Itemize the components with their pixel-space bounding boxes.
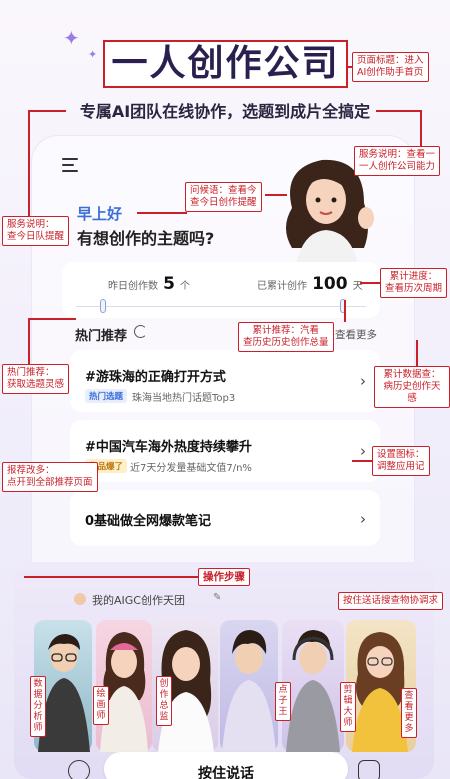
yesterday-label: 昨日创作数 (108, 281, 158, 292)
role-tag-see-more[interactable]: 查看更多 (401, 688, 417, 738)
annotation-accum-recommend: 累计推荐：汽看 查历史历史创作总量 (238, 322, 334, 352)
press-to-talk-button[interactable]: 按住说话 (104, 752, 348, 779)
page-title: 一人创作公司 (103, 40, 348, 88)
annotation-report: 报荐改多： 点开到全部推荐页面 (2, 462, 98, 492)
topic-sub: 近7天分发量基础文值7/n% (130, 463, 252, 474)
topic-title: #游珠海的正确打开方式 (85, 370, 226, 385)
team-member[interactable] (220, 620, 278, 752)
topic-card[interactable]: #中国汽车海外热度持续攀升 作品爆了 近7天分发量基础文值7/n% › (70, 420, 380, 482)
role-tag-idea-king: 点子王 (275, 682, 291, 721)
edit-icon[interactable]: ✎ (213, 592, 221, 603)
topic-title: #中国汽车海外热度持续攀升 (85, 440, 252, 455)
yesterday-unit: 个 (180, 281, 191, 292)
stats-card: 昨日创作数 5 个 已累计创作 100 天 (62, 262, 380, 318)
keyboard-icon[interactable] (358, 760, 380, 779)
role-tag-creative-director: 创作总监 (156, 676, 172, 726)
total-label: 已累计创作 (257, 281, 307, 292)
greeting-text: 早上好 (77, 205, 123, 223)
annotation-page-title: 页面标题：进入 AI创作助手首页 (352, 52, 429, 82)
hot-section-title: 热门推荐 (75, 329, 128, 344)
yesterday-value: 5 (163, 274, 175, 294)
chevron-right-icon: › (360, 510, 366, 528)
chevron-right-icon: › (360, 442, 366, 460)
topic-title: 0基础做全网爆款笔记 (85, 514, 212, 529)
topic-sub: 珠海当地热门话题Top3 (132, 393, 236, 404)
annotation-accum-data: 累计数据查： 病历史创作天感 (374, 366, 450, 408)
annotation-settings: 设置图标： 调整应用记 (372, 446, 430, 476)
role-tag-video-editor: 剪辑大师 (340, 682, 356, 732)
annotation-progress: 累计进度： 查看历次周期 (380, 268, 448, 298)
refresh-icon[interactable] (134, 325, 147, 338)
annotation-service-right: 服务说明：查看一 一人创作公司能力 (354, 146, 441, 176)
topic-card[interactable]: #游珠海的正确打开方式 热门选题 珠海当地热门话题Top3 › (70, 350, 380, 412)
total-value: 100 (312, 274, 348, 294)
role-tag-data-analyst: 数据分析师 (30, 676, 46, 737)
team-header[interactable]: 我的AIGC创作天团 (92, 592, 185, 608)
annotation-service-left: 服务说明： 查今日队提醒 (2, 216, 70, 246)
chevron-right-icon: › (360, 372, 366, 390)
progress-knob-left[interactable] (100, 299, 106, 313)
topic-card[interactable]: 0基础做全网爆款笔记 › (70, 490, 380, 546)
team-member[interactable] (282, 620, 344, 752)
see-more-link[interactable]: 查看更多 (335, 327, 377, 342)
role-tag-illustrator: 绘画师 (93, 686, 109, 725)
annotation-greeting: 问候语：查看今 查今日创作提醒 (185, 182, 262, 212)
annotation-hot: 热门推荐： 获取选题灵感 (2, 364, 70, 394)
sparkle-icon: ✦ (88, 48, 98, 61)
add-icon[interactable] (68, 760, 90, 779)
team-logo-icon (74, 593, 86, 605)
press-to-talk-label: 按住说话 (198, 766, 254, 779)
annotation-voice: 按住送话搜查物协调求 (338, 592, 444, 610)
topic-tag: 热门选题 (85, 389, 128, 403)
progress-track (76, 306, 366, 307)
menu-icon[interactable] (62, 158, 78, 176)
greeting-question: 有想创作的主题吗? (77, 229, 215, 248)
annotation-steps: 操作步骤 (198, 568, 250, 586)
sparkle-icon: ✦ (63, 26, 80, 50)
